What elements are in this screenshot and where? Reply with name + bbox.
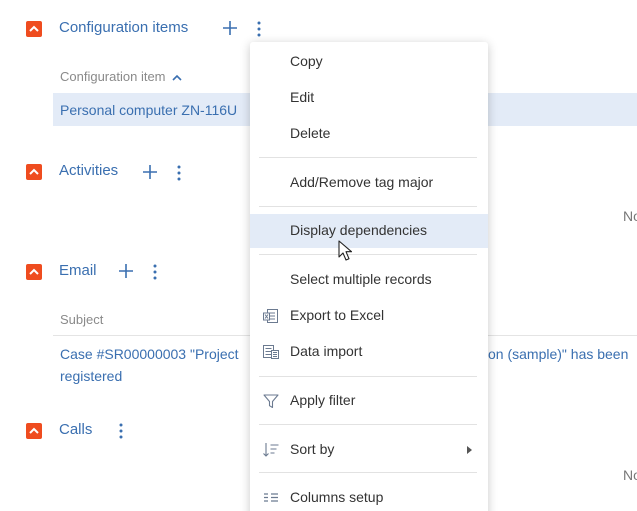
group-title-email[interactable]: Email [59,262,97,279]
menu-item-data-import[interactable]: Data import [250,335,488,369]
menu-item-label: Sort by [290,441,335,457]
columns-setup-icon [264,493,278,502]
submenu-arrow-icon [467,446,472,454]
menu-item-copy[interactable]: Copy [250,45,488,79]
menu-item-edit[interactable]: Edit [250,81,488,115]
menu-item-sort-by[interactable]: Sort by [250,433,488,467]
chevron-up-icon [29,427,39,434]
group-title-calls[interactable]: Calls [59,421,92,438]
menu-item-delete[interactable]: Delete [250,117,488,151]
add-activity-icon[interactable] [142,164,158,180]
menu-item-apply-filter[interactable]: Apply filter [250,384,488,418]
collapse-email-button[interactable] [26,264,42,280]
menu-item-label: Add/Remove tag major [290,174,434,190]
calls-more-icon[interactable] [118,423,124,439]
menu-item-display-dependencies[interactable]: Display dependencies [250,214,488,248]
menu-separator [259,424,477,425]
collapse-calls-button[interactable] [26,423,42,439]
context-menu: Copy Edit Delete Add/Remove tag major Di… [250,42,488,511]
column-header-configuration-item[interactable]: Configuration item [60,69,182,84]
configuration-item-link[interactable]: Personal computer ZN-116U [60,102,237,118]
menu-item-label: Edit [290,89,315,105]
data-import-icon [263,345,279,359]
menu-separator [259,206,477,207]
menu-item-label: Display dependencies [290,222,427,238]
collapse-activities-button[interactable] [26,164,42,180]
collapse-configuration-items-button[interactable] [26,21,42,37]
menu-item-columns-setup[interactable]: Columns setup [250,481,488,511]
sort-ascending-icon [171,74,182,81]
menu-item-label: Columns setup [290,489,384,505]
menu-item-label: Data import [290,343,363,359]
activities-empty-text: No [623,208,637,224]
email-more-icon[interactable] [152,264,158,280]
menu-item-label: Apply filter [290,392,356,408]
sort-icon [263,443,279,457]
add-configuration-item-icon[interactable] [222,20,238,36]
menu-separator [259,254,477,255]
menu-item-select-multiple[interactable]: Select multiple records [250,263,488,297]
configuration-items-more-icon[interactable] [256,21,262,37]
menu-item-add-remove-tag[interactable]: Add/Remove tag major [250,166,488,200]
menu-item-label: Export to Excel [290,307,385,323]
menu-item-label: Select multiple records [290,271,432,287]
excel-export-icon [263,309,278,323]
activities-more-icon[interactable] [176,165,182,181]
group-title-configuration-items[interactable]: Configuration items [59,19,188,36]
menu-separator [259,376,477,377]
menu-item-label: Delete [290,125,331,141]
email-subject-link-line2[interactable]: registered [60,365,122,387]
menu-separator [259,472,477,473]
menu-item-export-excel[interactable]: Export to Excel [250,299,488,333]
group-title-activities[interactable]: Activities [59,162,118,179]
chevron-up-icon [29,168,39,175]
add-email-icon[interactable] [118,263,134,279]
mouse-cursor-icon [338,240,352,261]
email-subject-link-end[interactable]: on (sample)" has been [488,343,628,365]
chevron-up-icon [29,25,39,32]
email-subject-link-start[interactable]: Case #SR00000003 "Project [60,343,239,365]
menu-separator [259,157,477,158]
chevron-up-icon [29,268,39,275]
filter-icon [263,394,279,409]
menu-item-label: Copy [290,53,323,69]
calls-empty-text: No [623,467,637,483]
column-header-label: Configuration item [60,69,166,84]
column-header-subject[interactable]: Subject [60,312,103,327]
